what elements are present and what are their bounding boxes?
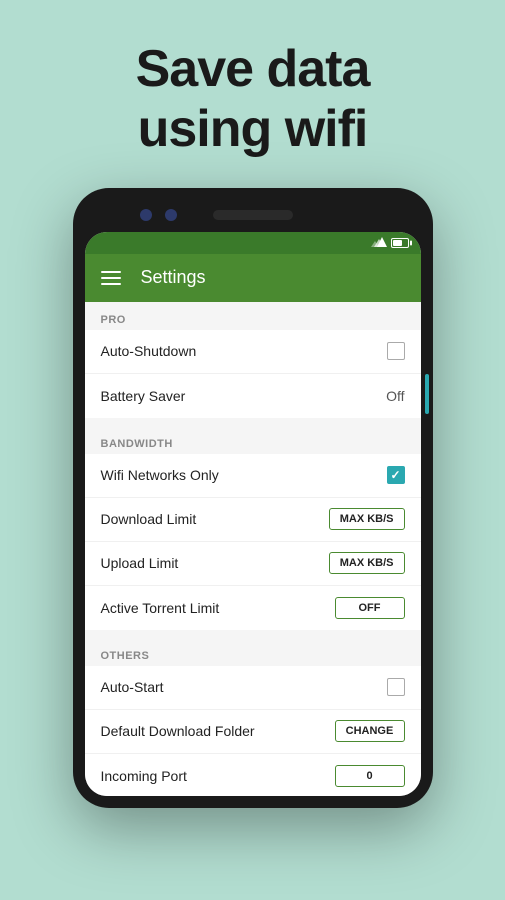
camera-left [140, 209, 152, 221]
default-folder-button[interactable]: CHANGE [335, 720, 405, 742]
row-default-folder: Default Download Folder CHANGE [85, 710, 421, 754]
section-header-bandwidth: BANDWIDTH [85, 426, 421, 454]
section-header-pro: PRO [85, 302, 421, 330]
auto-start-checkbox[interactable] [387, 678, 405, 696]
camera-right [165, 209, 177, 221]
speaker-grille [213, 210, 293, 220]
app-bar-title: Settings [141, 267, 206, 288]
auto-start-label: Auto-Start [101, 679, 164, 695]
row-auto-start: Auto-Start [85, 666, 421, 710]
auto-shutdown-label: Auto-Shutdown [101, 343, 197, 359]
status-icons [371, 237, 409, 249]
battery-saver-label: Battery Saver [101, 388, 186, 404]
default-folder-label: Default Download Folder [101, 723, 255, 739]
row-incoming-port: Incoming Port 0 [85, 754, 421, 796]
settings-list-pro: Auto-Shutdown Battery Saver Off [85, 330, 421, 418]
phone-screen: Settings PRO Auto-Shutdown Battery Saver… [85, 232, 421, 796]
battery-fill [393, 240, 402, 246]
status-bar [85, 232, 421, 254]
row-upload-limit: Upload Limit MAX KB/S [85, 542, 421, 586]
headline-line2: using wifi [138, 100, 368, 158]
row-active-torrent: Active Torrent Limit OFF [85, 586, 421, 630]
battery-saver-value: Off [386, 388, 404, 404]
settings-list-bandwidth: Wifi Networks Only Download Limit MAX KB… [85, 454, 421, 630]
hamburger-menu-icon[interactable] [101, 271, 121, 285]
upload-limit-button[interactable]: MAX KB/S [329, 552, 405, 574]
upload-limit-label: Upload Limit [101, 555, 179, 571]
incoming-port-button[interactable]: 0 [335, 765, 405, 787]
settings-list-others: Auto-Start Default Download Folder CHANG… [85, 666, 421, 796]
row-auto-shutdown: Auto-Shutdown [85, 330, 421, 374]
row-battery-saver: Battery Saver Off [85, 374, 421, 418]
settings-content: PRO Auto-Shutdown Battery Saver Off BAND… [85, 302, 421, 796]
headline: Save data using wifi [136, 40, 370, 160]
download-limit-button[interactable]: MAX KB/S [329, 508, 405, 530]
app-bar: Settings [85, 254, 421, 302]
divider-1 [85, 418, 421, 426]
wifi-only-checkbox[interactable] [387, 466, 405, 484]
section-header-others: OTHERS [85, 638, 421, 666]
battery-icon [391, 238, 409, 248]
auto-shutdown-checkbox[interactable] [387, 342, 405, 360]
active-torrent-label: Active Torrent Limit [101, 600, 220, 616]
wifi-only-label: Wifi Networks Only [101, 467, 219, 483]
active-torrent-button[interactable]: OFF [335, 597, 405, 619]
row-download-limit: Download Limit MAX KB/S [85, 498, 421, 542]
phone-shell: Settings PRO Auto-Shutdown Battery Saver… [73, 188, 433, 808]
section-others: OTHERS Auto-Start Default Download Folde… [85, 638, 421, 796]
headline-line1: Save data [136, 40, 370, 98]
phone-top-bar [85, 200, 421, 230]
section-pro: PRO Auto-Shutdown Battery Saver Off [85, 302, 421, 418]
section-bandwidth: BANDWIDTH Wifi Networks Only Download Li… [85, 426, 421, 630]
incoming-port-label: Incoming Port [101, 768, 187, 784]
row-wifi-only: Wifi Networks Only [85, 454, 421, 498]
signal-bars-icon [371, 237, 387, 249]
divider-2 [85, 630, 421, 638]
download-limit-label: Download Limit [101, 511, 197, 527]
